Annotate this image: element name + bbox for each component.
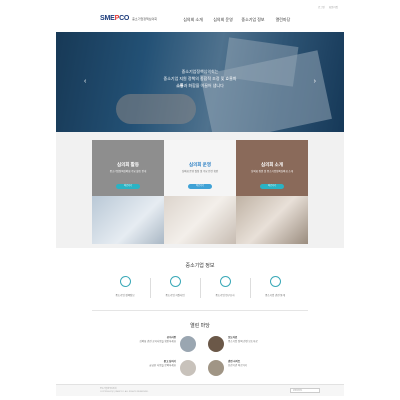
board-item-qna[interactable]: 묻고 답하기 궁금한 사항을 문의하세요	[114, 358, 204, 378]
chart-icon	[269, 276, 281, 287]
header: SMEPCO 중소기업정책심의회 심의회 소개 심의회 운영 중소기업 정보 열…	[56, 10, 344, 30]
card-desc: 심의회 운영 일정 및 주요 안건 확인	[181, 170, 219, 173]
card-title: 심의회 운영	[189, 162, 211, 167]
card-more-button[interactable]: 바로가기	[116, 184, 140, 189]
board-item-press[interactable]: 보도자료 중소기업 정책 관련 보도자료	[208, 334, 298, 354]
card-about[interactable]: 심의회 소개 심의회 위원 및 중소기업정책심의회 소개 바로가기	[236, 140, 308, 244]
nav-item-open[interactable]: 열린마당	[268, 17, 298, 23]
info-item-policy[interactable]: 중소기업 정책정보	[100, 272, 150, 304]
card-more-button[interactable]: 바로가기	[260, 184, 284, 189]
hero-line-3: 소통과 화합을 이끌어 냅니다	[176, 83, 224, 88]
board-item-sites[interactable]: 관련 사이트 유관기관 바로가기	[208, 358, 298, 378]
login-link[interactable]: 로그인	[318, 5, 325, 9]
hero-caption: 중소기업정책심의회는 중소기업 지원 정책의 종합적 조정 및 효율화 소통과 …	[56, 68, 344, 89]
logo-text: 중소기업정책심의회	[132, 16, 158, 21]
board-item-image	[180, 336, 196, 352]
logo[interactable]: SMEPCO 중소기업정책심의회	[100, 15, 157, 22]
next-slide-icon[interactable]: ›	[314, 78, 316, 85]
board-item-image	[180, 360, 196, 376]
footer-text: 중소기업정책심의회 COPYRIGHT(C) SMEPCO. ALL RIGHT…	[100, 388, 149, 393]
board-item-image	[208, 336, 224, 352]
nav-item-about[interactable]: 심의회 소개	[178, 17, 208, 23]
hero-line-2: 중소기업 지원 정책의 종합적 조정 및 효율화	[163, 76, 237, 81]
info-section-title: 중소기업 정보	[185, 263, 215, 269]
people-icon	[219, 276, 231, 287]
join-link[interactable]: 회원가입	[329, 5, 338, 9]
card-about-image	[236, 196, 308, 244]
card-more-button[interactable]: 바로가기	[188, 184, 212, 189]
nav-item-operation[interactable]: 심의회 운영	[208, 17, 238, 23]
board-item-notice[interactable]: 공지사항 심의회 관련 공지사항을 확인하세요	[114, 334, 204, 354]
info-item-research[interactable]: 중소기업 연구조사	[200, 272, 250, 304]
info-links: 중소기업 정책정보 중소기업 지원사업 중소기업 연구조사 중소기업 관련 통계	[100, 272, 300, 304]
card-operation-image	[164, 196, 236, 244]
card-activity-image	[92, 196, 164, 244]
section-divider	[92, 310, 308, 311]
page: 로그인 회원가입 SMEPCO 중소기업정책심의회 심의회 소개 심의회 운영 …	[56, 4, 344, 396]
card-desc: 심의회 위원 및 중소기업정책심의회 소개	[251, 170, 293, 173]
card-desc: 중소기업정책심의회 주요 활동 안내	[109, 170, 147, 173]
card-activity[interactable]: 심의회 활동 중소기업정책심의회 주요 활동 안내 바로가기	[92, 140, 164, 244]
footer: 중소기업정책심의회 COPYRIGHT(C) SMEPCO. ALL RIGHT…	[56, 384, 344, 396]
hero-line-1: 중소기업정책심의회는	[181, 69, 219, 74]
info-item-support[interactable]: 중소기업 지원사업	[150, 272, 200, 304]
utility-links: 로그인 회원가입	[318, 5, 338, 9]
logo-mark: SMEPCO	[100, 15, 130, 22]
board-item-image	[208, 360, 224, 376]
family-site-select[interactable]: 관련사이트	[290, 388, 320, 393]
main-nav: 심의회 소개 심의회 운영 중소기업 정보 열린마당	[178, 17, 298, 23]
info-item-statistics[interactable]: 중소기업 관련 통계	[250, 272, 300, 304]
prev-slide-icon[interactable]: ‹	[84, 78, 86, 85]
nav-item-info[interactable]: 중소기업 정보	[238, 17, 268, 23]
card-title: 심의회 소개	[261, 162, 283, 167]
board-section-title: 열린 마당	[190, 323, 210, 329]
card-operation[interactable]: 심의회 운영 심의회 운영 일정 및 주요 안건 확인 바로가기	[164, 140, 236, 244]
document-icon	[169, 276, 181, 287]
hero-banner: 중소기업정책심의회는 중소기업 지원 정책의 종합적 조정 및 효율화 소통과 …	[56, 32, 344, 132]
card-title: 심의회 활동	[117, 162, 139, 167]
search-icon	[119, 276, 131, 287]
